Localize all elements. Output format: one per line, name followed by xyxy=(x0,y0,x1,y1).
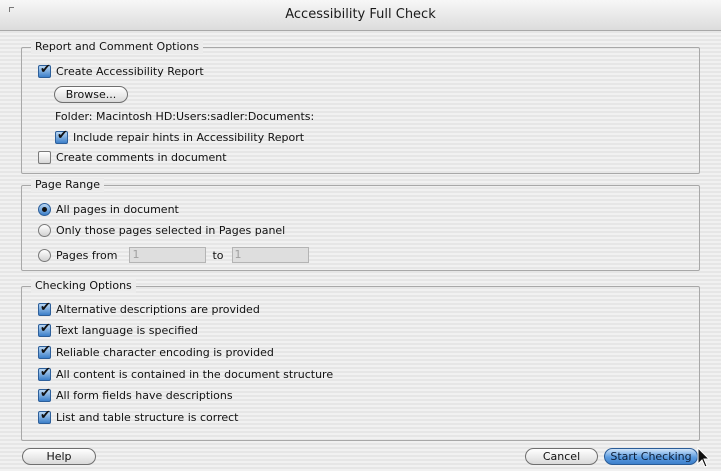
browse-button[interactable]: Browse... xyxy=(54,86,128,103)
radio-all-pages[interactable]: All pages in document xyxy=(38,201,179,217)
report-options-group: Report and Comment Options Create Access… xyxy=(21,40,700,174)
check-alt-descriptions-label: Alternative descriptions are provided xyxy=(56,302,260,316)
check-document-structure-icon[interactable] xyxy=(38,365,51,381)
checking-options-legend: Checking Options xyxy=(31,279,136,293)
check-list-table-structure[interactable]: List and table structure is correct xyxy=(38,408,239,425)
page-range-group: Page Range All pages in document Only th… xyxy=(21,178,700,271)
radio-pages-from-label: Pages from xyxy=(56,248,118,262)
radio-pages-from-icon[interactable] xyxy=(38,248,51,262)
check-list-table-structure-label: List and table structure is correct xyxy=(56,410,239,424)
check-list-table-structure-icon[interactable] xyxy=(38,408,51,424)
radio-selected-pages[interactable]: Only those pages selected in Pages panel xyxy=(38,222,285,238)
report-options-legend: Report and Comment Options xyxy=(31,40,203,54)
create-comments-checkbox[interactable]: Create comments in document xyxy=(38,149,227,165)
check-form-fields-label: All form fields have descriptions xyxy=(56,388,233,402)
check-text-language-label: Text language is specified xyxy=(56,323,199,337)
check-document-structure-label: All content is contained in the document… xyxy=(56,367,334,381)
check-form-fields[interactable]: All form fields have descriptions xyxy=(38,386,233,403)
window-title: Accessibility Full Check xyxy=(285,7,436,22)
pages-from-field[interactable]: 1 xyxy=(129,247,207,263)
create-report-check-icon[interactable] xyxy=(38,62,51,78)
create-report-checkbox[interactable]: Create Accessibility Report xyxy=(38,62,204,79)
check-text-language[interactable]: Text language is specified xyxy=(38,321,199,338)
folder-path-text: Folder: Macintosh HD:Users:sadler:Docume… xyxy=(55,110,315,123)
radio-all-pages-label: All pages in document xyxy=(56,202,179,216)
radio-selected-pages-label: Only those pages selected in Pages panel xyxy=(56,223,286,237)
check-alt-descriptions[interactable]: Alternative descriptions are provided xyxy=(38,300,260,317)
check-alt-descriptions-icon[interactable] xyxy=(38,300,51,316)
repair-hints-checkbox[interactable]: Include repair hints in Accessibility Re… xyxy=(55,128,305,145)
page-range-legend: Page Range xyxy=(31,178,104,192)
check-text-language-icon[interactable] xyxy=(38,321,51,337)
check-character-encoding-icon[interactable] xyxy=(38,343,51,359)
checking-options-group: Checking Options Alternative description… xyxy=(21,279,700,441)
check-character-encoding-label: Reliable character encoding is provided xyxy=(56,345,274,359)
create-comments-label: Create comments in document xyxy=(56,150,227,164)
check-form-fields-icon[interactable] xyxy=(38,386,51,402)
cancel-button[interactable]: Cancel xyxy=(525,448,598,465)
check-document-structure[interactable]: All content is contained in the document… xyxy=(38,365,334,382)
arrow-cursor-icon xyxy=(697,447,711,468)
create-comments-check-icon[interactable] xyxy=(38,150,51,164)
pages-to-label: to xyxy=(212,248,224,262)
radio-all-pages-icon[interactable] xyxy=(38,202,51,216)
radio-pages-from[interactable]: Pages from 1 to 1 xyxy=(38,246,315,264)
pages-to-field[interactable]: 1 xyxy=(231,247,309,263)
check-character-encoding[interactable]: Reliable character encoding is provided xyxy=(38,343,274,360)
repair-hints-label: Include repair hints in Accessibility Re… xyxy=(73,130,305,144)
start-checking-button[interactable]: Start Checking xyxy=(604,448,698,465)
help-button[interactable]: Help xyxy=(22,448,96,465)
title-bar: Accessibility Full Check xyxy=(0,0,721,31)
repair-hints-check-icon[interactable] xyxy=(55,128,68,144)
create-report-label: Create Accessibility Report xyxy=(56,64,204,78)
radio-selected-pages-icon[interactable] xyxy=(38,223,51,237)
